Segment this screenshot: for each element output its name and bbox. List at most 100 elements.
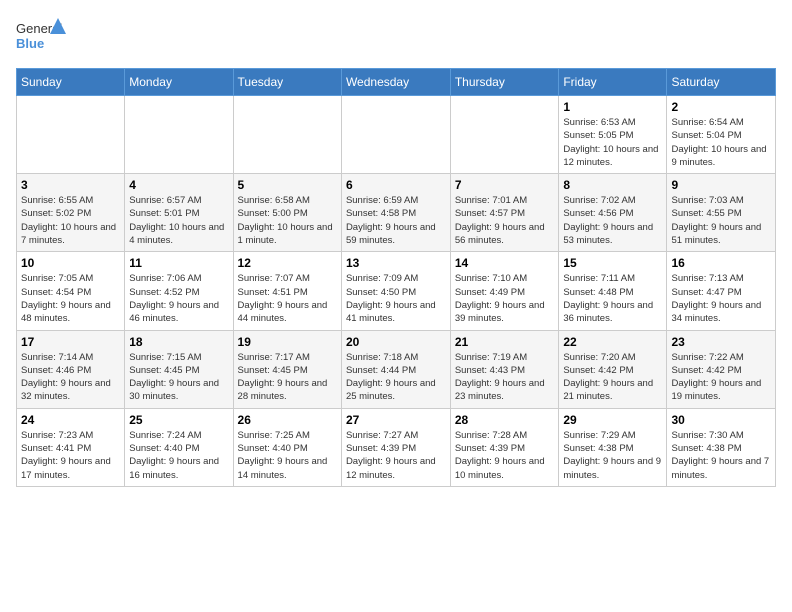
day-info: Sunrise: 7:29 AM Sunset: 4:38 PM Dayligh… [563,429,662,482]
day-number: 3 [21,178,120,192]
day-info: Sunrise: 7:02 AM Sunset: 4:56 PM Dayligh… [563,194,662,247]
day-number: 20 [346,335,446,349]
weekday-header-saturday: Saturday [667,69,776,96]
calendar-cell: 6Sunrise: 6:59 AM Sunset: 4:58 PM Daylig… [341,174,450,252]
day-number: 30 [671,413,771,427]
calendar-cell: 24 Sunrise: 7:23 AM Sunset: 4:41 PM Dayli… [17,408,125,486]
calendar-week-row: 24 Sunrise: 7:23 AM Sunset: 4:41 PM Dayli… [17,408,776,486]
calendar-cell: 15 Sunrise: 7:11 AM Sunset: 4:48 PM Dayli… [559,252,667,330]
day-number: 2 [671,100,771,114]
day-info: Sunrise: 7:13 AM Sunset: 4:47 PM Dayligh… [671,272,771,325]
calendar-cell: 17 Sunrise: 7:14 AM Sunset: 4:46 PM Dayli… [17,330,125,408]
day-number: 18 [129,335,228,349]
day-number: 10 [21,256,120,270]
day-info: Sunrise: 7:18 AM Sunset: 4:44 PM Dayligh… [346,351,446,404]
day-info: Sunrise: 7:07 AM Sunset: 4:51 PM Dayligh… [238,272,337,325]
day-info: Sunrise: 6:53 AM Sunset: 5:05 PM Dayligh… [563,116,662,169]
svg-text:Blue: Blue [16,36,44,51]
day-number: 21 [455,335,555,349]
day-info: Sunrise: 6:58 AM Sunset: 5:00 PM Dayligh… [238,194,337,247]
day-info: Sunrise: 7:20 AM Sunset: 4:42 PM Dayligh… [563,351,662,404]
day-number: 28 [455,413,555,427]
day-info: Sunrise: 7:05 AM Sunset: 4:54 PM Dayligh… [21,272,120,325]
day-number: 19 [238,335,337,349]
day-number: 26 [238,413,337,427]
calendar-cell: 12Sunrise: 7:07 AM Sunset: 4:51 PM Dayli… [233,252,341,330]
day-info: Sunrise: 7:15 AM Sunset: 4:45 PM Dayligh… [129,351,228,404]
calendar-cell: 29 Sunrise: 7:29 AM Sunset: 4:38 PM Dayli… [559,408,667,486]
day-info: Sunrise: 7:09 AM Sunset: 4:50 PM Dayligh… [346,272,446,325]
calendar-cell: 10 Sunrise: 7:05 AM Sunset: 4:54 PM Dayli… [17,252,125,330]
day-info: Sunrise: 7:14 AM Sunset: 4:46 PM Dayligh… [21,351,120,404]
calendar-cell: 18 Sunrise: 7:15 AM Sunset: 4:45 PM Dayli… [125,330,233,408]
day-number: 25 [129,413,228,427]
day-number: 8 [563,178,662,192]
calendar-cell: 2 Sunrise: 6:54 AM Sunset: 5:04 PM Daylig… [667,96,776,174]
day-info: Sunrise: 7:17 AM Sunset: 4:45 PM Dayligh… [238,351,337,404]
day-number: 23 [671,335,771,349]
day-number: 11 [129,256,228,270]
day-number: 29 [563,413,662,427]
calendar-cell: 8 Sunrise: 7:02 AM Sunset: 4:56 PM Daylig… [559,174,667,252]
day-info: Sunrise: 7:28 AM Sunset: 4:39 PM Dayligh… [455,429,555,482]
calendar-cell [125,96,233,174]
day-number: 14 [455,256,555,270]
calendar-header-row: SundayMondayTuesdayWednesdayThursdayFrid… [17,69,776,96]
day-number: 5 [238,178,337,192]
calendar-cell: 22Sunrise: 7:20 AM Sunset: 4:42 PM Dayli… [559,330,667,408]
day-number: 4 [129,178,228,192]
day-number: 16 [671,256,771,270]
calendar-cell: 20 Sunrise: 7:18 AM Sunset: 4:44 PM Dayli… [341,330,450,408]
calendar-cell [450,96,559,174]
calendar-cell: 16 Sunrise: 7:13 AM Sunset: 4:47 PM Dayli… [667,252,776,330]
calendar-cell: 7 Sunrise: 7:01 AM Sunset: 4:57 PM Daylig… [450,174,559,252]
day-info: Sunrise: 7:30 AM Sunset: 4:38 PM Dayligh… [671,429,771,482]
day-info: Sunrise: 7:22 AM Sunset: 4:42 PM Dayligh… [671,351,771,404]
day-info: Sunrise: 7:25 AM Sunset: 4:40 PM Dayligh… [238,429,337,482]
calendar-week-row: 17 Sunrise: 7:14 AM Sunset: 4:46 PM Dayli… [17,330,776,408]
logo: General Blue [16,16,66,56]
day-info: Sunrise: 7:11 AM Sunset: 4:48 PM Dayligh… [563,272,662,325]
calendar-week-row: 1Sunrise: 6:53 AM Sunset: 5:05 PM Daylig… [17,96,776,174]
weekday-header-wednesday: Wednesday [341,69,450,96]
day-info: Sunrise: 7:06 AM Sunset: 4:52 PM Dayligh… [129,272,228,325]
calendar-cell: 11 Sunrise: 7:06 AM Sunset: 4:52 PM Dayli… [125,252,233,330]
calendar-week-row: 3 Sunrise: 6:55 AM Sunset: 5:02 PM Daylig… [17,174,776,252]
logo-svg: General Blue [16,16,66,56]
day-info: Sunrise: 6:55 AM Sunset: 5:02 PM Dayligh… [21,194,120,247]
calendar-cell: 21 Sunrise: 7:19 AM Sunset: 4:43 PM Dayli… [450,330,559,408]
day-number: 15 [563,256,662,270]
day-info: Sunrise: 7:01 AM Sunset: 4:57 PM Dayligh… [455,194,555,247]
calendar-week-row: 10 Sunrise: 7:05 AM Sunset: 4:54 PM Dayli… [17,252,776,330]
calendar-cell: 27 Sunrise: 7:27 AM Sunset: 4:39 PM Dayli… [341,408,450,486]
weekday-header-friday: Friday [559,69,667,96]
day-info: Sunrise: 7:10 AM Sunset: 4:49 PM Dayligh… [455,272,555,325]
day-number: 17 [21,335,120,349]
day-number: 27 [346,413,446,427]
day-number: 7 [455,178,555,192]
day-number: 13 [346,256,446,270]
calendar-cell: 26 Sunrise: 7:25 AM Sunset: 4:40 PM Dayli… [233,408,341,486]
page-header: General Blue [16,16,776,56]
calendar-cell: 4 Sunrise: 6:57 AM Sunset: 5:01 PM Daylig… [125,174,233,252]
day-info: Sunrise: 7:27 AM Sunset: 4:39 PM Dayligh… [346,429,446,482]
day-number: 24 [21,413,120,427]
calendar-cell: 30 Sunrise: 7:30 AM Sunset: 4:38 PM Dayli… [667,408,776,486]
day-info: Sunrise: 6:57 AM Sunset: 5:01 PM Dayligh… [129,194,228,247]
calendar-cell: 28 Sunrise: 7:28 AM Sunset: 4:39 PM Dayli… [450,408,559,486]
calendar-table: SundayMondayTuesdayWednesdayThursdayFrid… [16,68,776,487]
calendar-cell: 1Sunrise: 6:53 AM Sunset: 5:05 PM Daylig… [559,96,667,174]
day-info: Sunrise: 6:54 AM Sunset: 5:04 PM Dayligh… [671,116,771,169]
weekday-header-monday: Monday [125,69,233,96]
calendar-cell: 14 Sunrise: 7:10 AM Sunset: 4:49 PM Dayli… [450,252,559,330]
calendar-cell: 19 Sunrise: 7:17 AM Sunset: 4:45 PM Dayli… [233,330,341,408]
calendar-cell: 25Sunrise: 7:24 AM Sunset: 4:40 PM Dayli… [125,408,233,486]
calendar-cell: 23 Sunrise: 7:22 AM Sunset: 4:42 PM Dayli… [667,330,776,408]
calendar-cell [233,96,341,174]
day-info: Sunrise: 7:23 AM Sunset: 4:41 PM Dayligh… [21,429,120,482]
calendar-cell: 5 Sunrise: 6:58 AM Sunset: 5:00 PM Daylig… [233,174,341,252]
day-info: Sunrise: 6:59 AM Sunset: 4:58 PM Dayligh… [346,194,446,247]
weekday-header-sunday: Sunday [17,69,125,96]
calendar-cell: 9Sunrise: 7:03 AM Sunset: 4:55 PM Daylig… [667,174,776,252]
day-info: Sunrise: 7:19 AM Sunset: 4:43 PM Dayligh… [455,351,555,404]
